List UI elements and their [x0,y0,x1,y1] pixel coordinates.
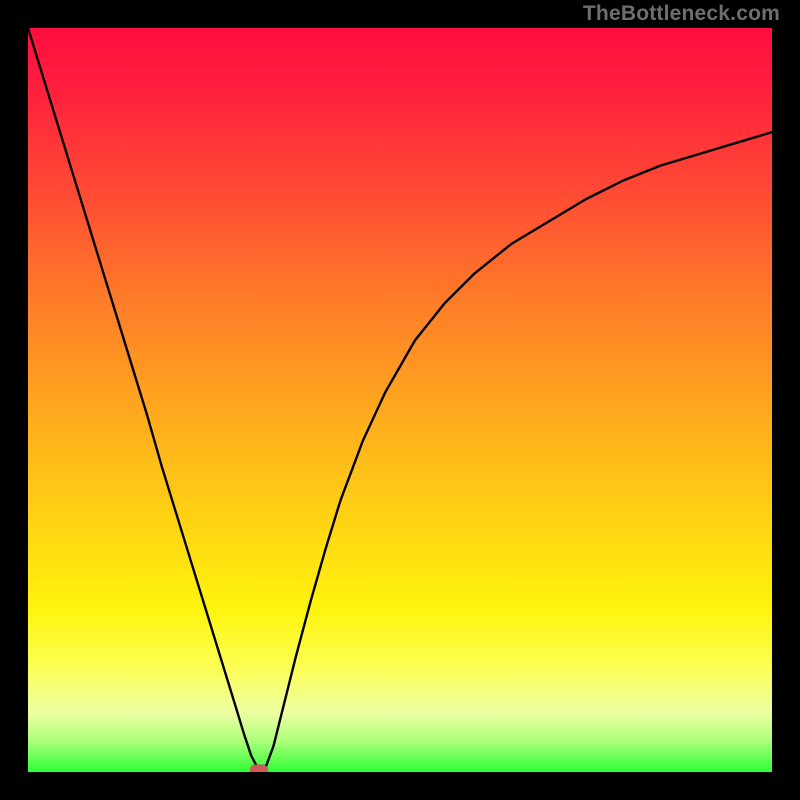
plot-area [28,28,772,772]
optimum-marker [250,764,268,772]
watermark-text: TheBottleneck.com [583,2,780,26]
bottleneck-curve [28,28,772,772]
chart-wrapper: TheBottleneck.com [0,0,800,800]
